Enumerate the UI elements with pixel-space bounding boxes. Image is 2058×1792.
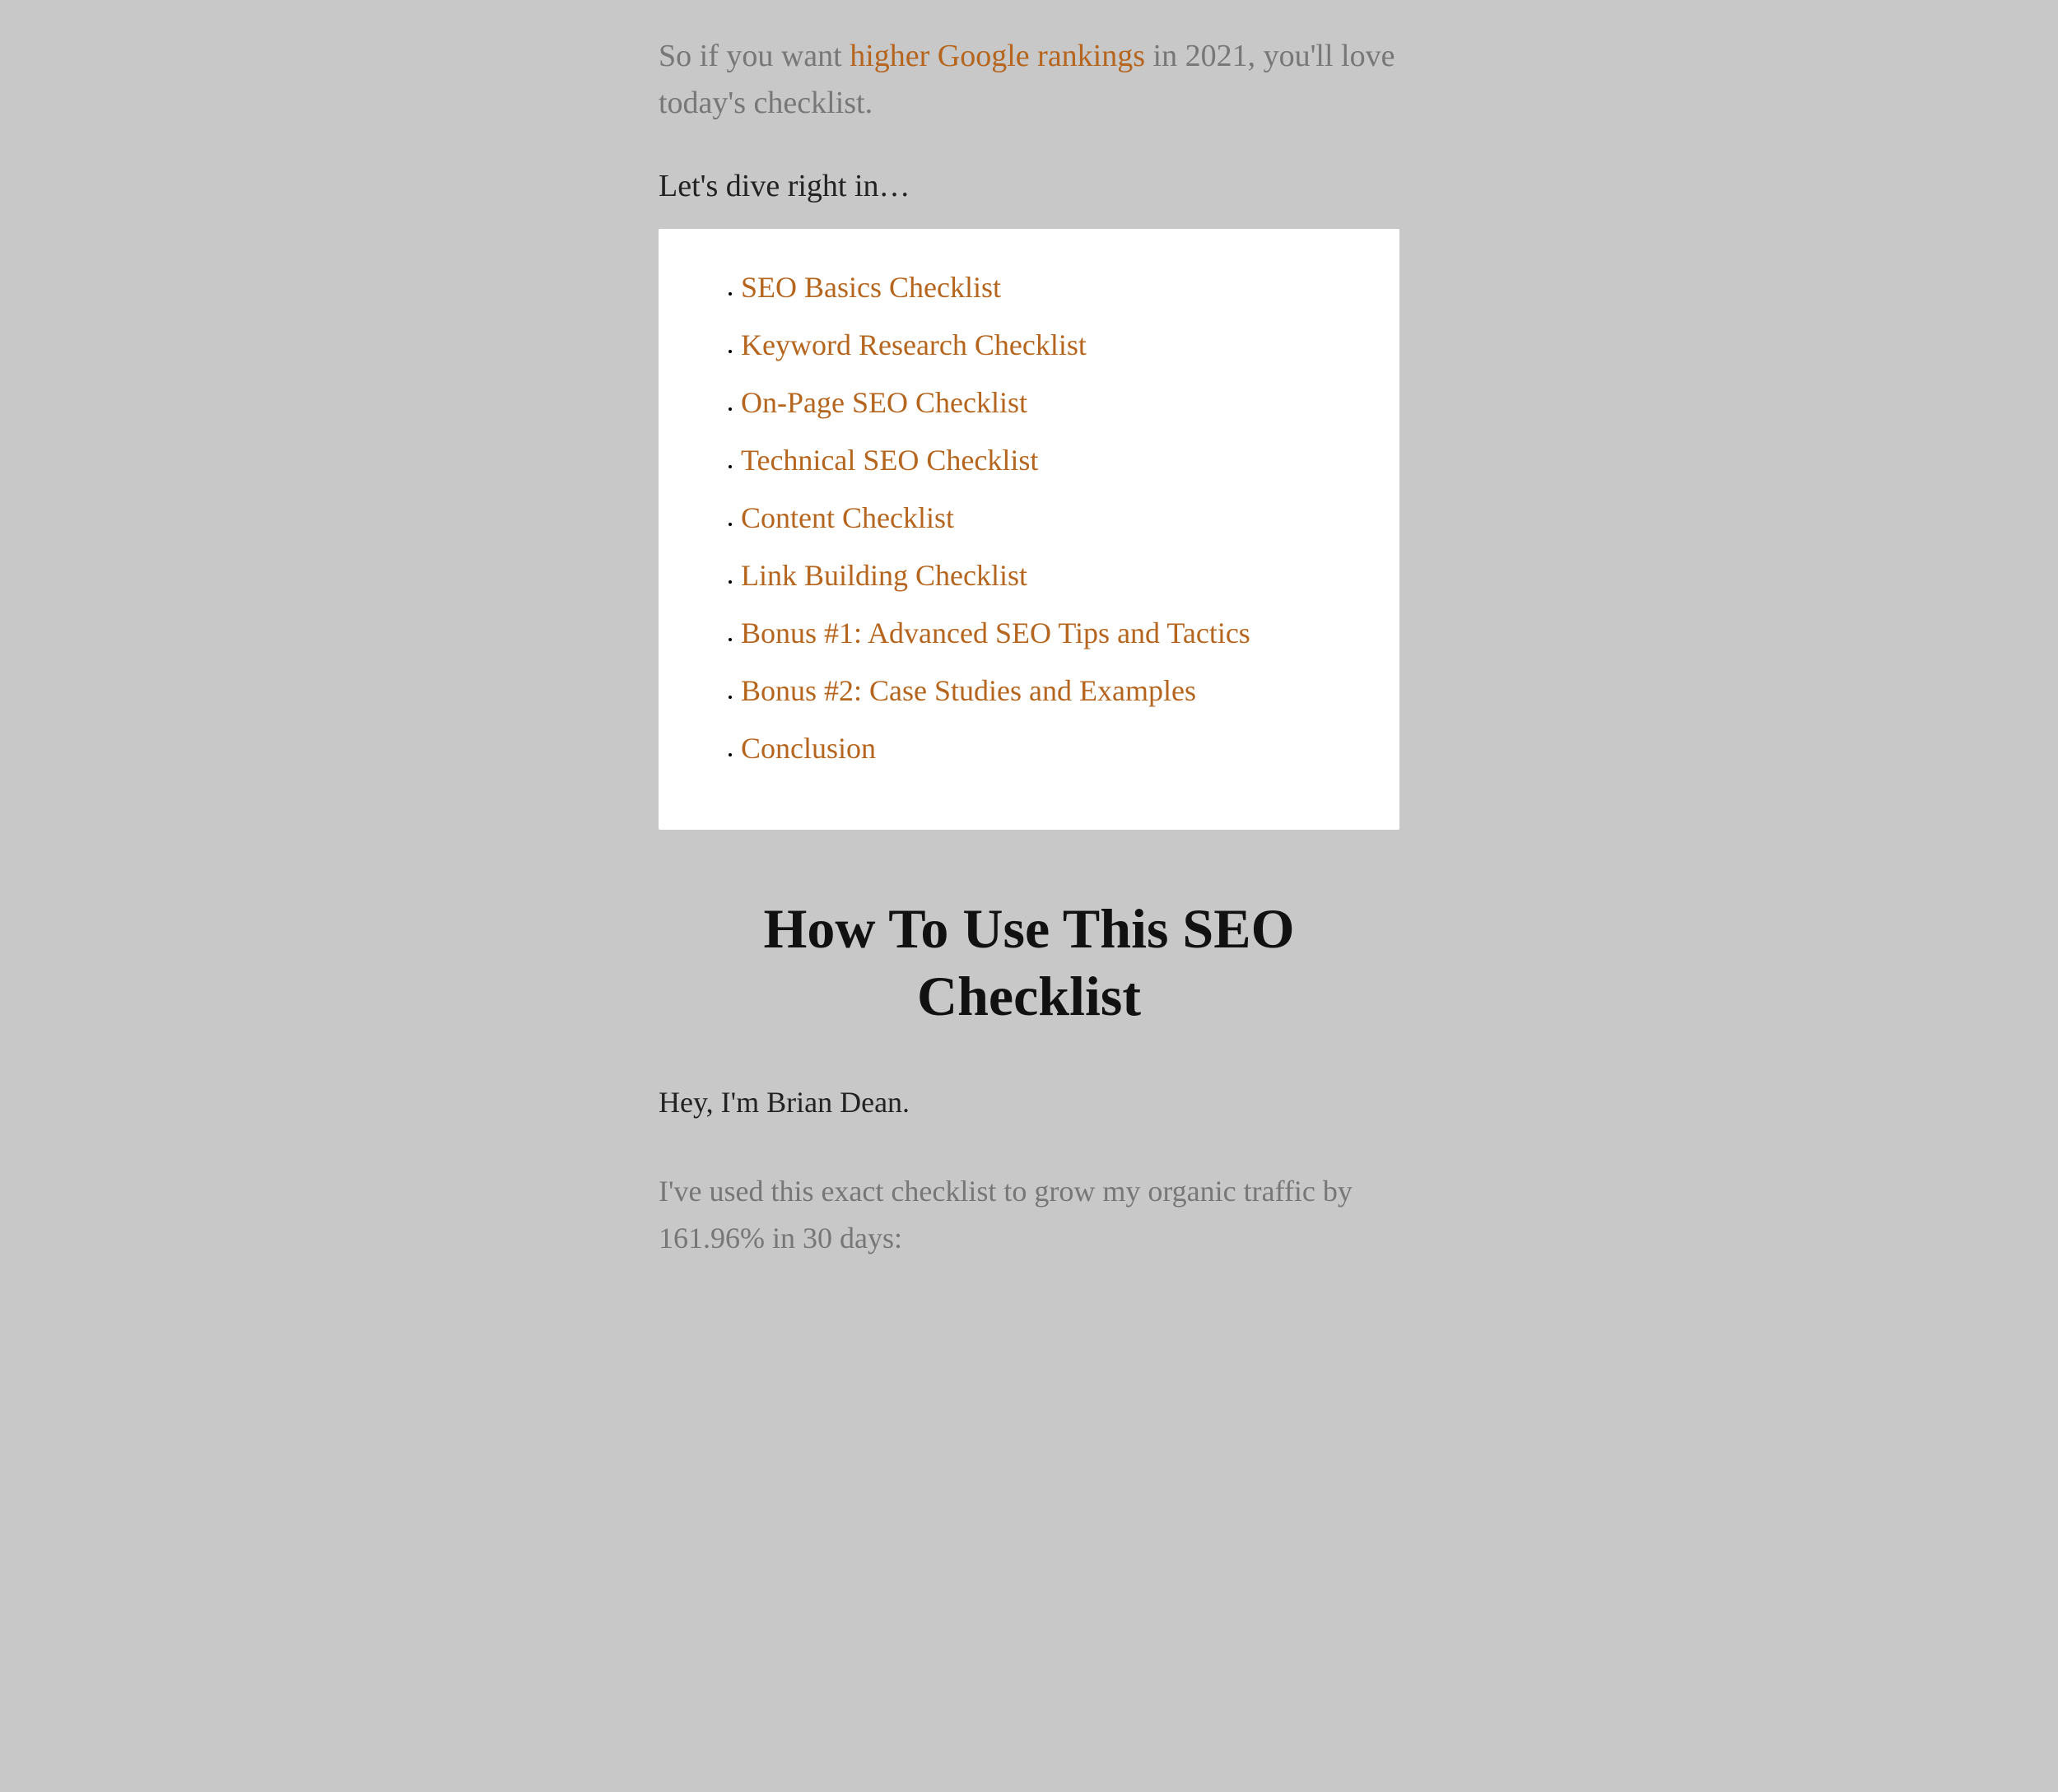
list-item: Keyword Research Checklist — [741, 328, 1350, 362]
greeting-text: Hey, I'm Brian Dean. — [659, 1079, 1399, 1127]
toc-link-link-building[interactable]: Link Building Checklist — [741, 559, 1027, 592]
list-item: Content Checklist — [741, 500, 1350, 535]
toc-link-conclusion[interactable]: Conclusion — [741, 732, 876, 765]
toc-link-on-page-seo[interactable]: On-Page SEO Checklist — [741, 386, 1027, 419]
toc-link-bonus-1[interactable]: Bonus #1: Advanced SEO Tips and Tactics — [741, 617, 1250, 649]
higher-rankings-link[interactable]: higher Google rankings — [850, 39, 1145, 73]
list-item: Technical SEO Checklist — [741, 443, 1350, 477]
toc-link-bonus-2[interactable]: Bonus #2: Case Studies and Examples — [741, 674, 1196, 707]
intro-paragraph: So if you want higher Google rankings in… — [659, 33, 1399, 127]
list-item: Bonus #2: Case Studies and Examples — [741, 673, 1350, 708]
list-item: Conclusion — [741, 731, 1350, 766]
toc-link-technical-seo[interactable]: Technical SEO Checklist — [741, 444, 1038, 477]
dive-in-text: Let's dive right in… — [659, 168, 1399, 204]
table-of-contents-box: SEO Basics Checklist Keyword Research Ch… — [659, 229, 1399, 830]
content-wrapper: So if you want higher Google rankings in… — [659, 33, 1399, 1759]
toc-list: SEO Basics Checklist Keyword Research Ch… — [708, 270, 1350, 766]
traffic-text: I've used this exact checklist to grow m… — [659, 1168, 1399, 1263]
toc-link-keyword-research[interactable]: Keyword Research Checklist — [741, 328, 1087, 361]
toc-link-seo-basics[interactable]: SEO Basics Checklist — [741, 271, 1001, 304]
list-item: On-Page SEO Checklist — [741, 385, 1350, 420]
list-item: Link Building Checklist — [741, 558, 1350, 593]
list-item: SEO Basics Checklist — [741, 270, 1350, 305]
toc-link-content[interactable]: Content Checklist — [741, 501, 954, 534]
how-to-heading: How To Use This SEO Checklist — [659, 896, 1399, 1030]
intro-text-before: So if you want — [659, 39, 850, 73]
list-item: Bonus #1: Advanced SEO Tips and Tactics — [741, 616, 1350, 650]
